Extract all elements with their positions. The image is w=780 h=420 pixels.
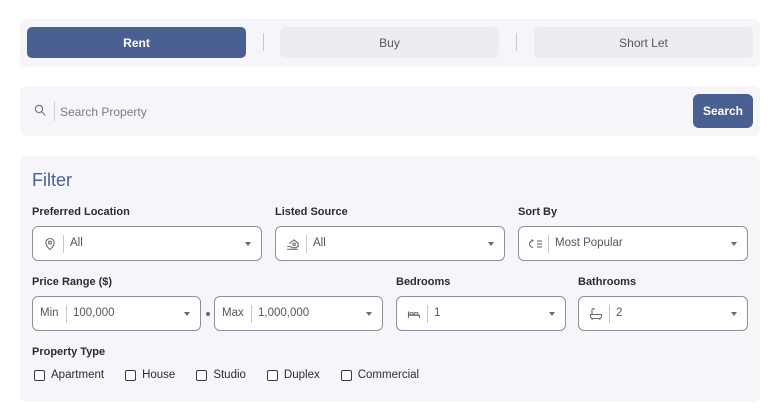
select-divider: [548, 235, 549, 253]
search-icon: [34, 104, 46, 116]
checkbox-box[interactable]: [34, 369, 45, 381]
price-max-prefix: Max: [222, 307, 244, 319]
checkbox-commercial[interactable]: Commercial: [340, 369, 420, 381]
chevron-down-icon: [245, 242, 251, 246]
checkbox-label: Duplex: [283, 369, 320, 381]
checkbox-label: Studio: [213, 369, 246, 381]
preferred-location-label: Preferred Location: [32, 206, 130, 218]
location-pin-icon: [43, 237, 57, 251]
chevron-down-icon: [488, 242, 494, 246]
filter-panel: Filter Preferred Location Listed Source …: [20, 156, 760, 402]
sort-by-select[interactable]: Most Popular: [518, 226, 748, 261]
price-min-value: 100,000: [73, 307, 115, 319]
checkbox-apartment[interactable]: Apartment: [34, 369, 104, 381]
search-button[interactable]: Search: [693, 94, 753, 128]
property-type-label: Property Type: [32, 346, 106, 358]
sort-by-value: Most Popular: [555, 237, 623, 249]
price-max-value: 1,000,000: [258, 307, 310, 319]
checkbox-box[interactable]: [340, 369, 352, 381]
preferred-location-select[interactable]: All: [32, 226, 262, 261]
select-divider: [609, 305, 610, 323]
chevron-down-icon: [731, 242, 737, 246]
select-divider: [306, 235, 307, 253]
house-hand-icon: [286, 237, 300, 251]
select-divider: [251, 305, 252, 323]
preferred-location-value: All: [70, 237, 83, 249]
bathrooms-select[interactable]: 2: [578, 296, 748, 331]
checkbox-label: Commercial: [357, 369, 420, 381]
chevron-down-icon: [366, 312, 372, 316]
chevron-down-icon: [731, 312, 737, 316]
chevron-down-icon: [549, 312, 555, 316]
tab-rent[interactable]: Rent: [27, 27, 246, 58]
tab-buy[interactable]: Buy: [280, 27, 499, 58]
sort-icon: [529, 237, 543, 251]
checkbox-label: Apartment: [51, 369, 105, 381]
range-separator-dot: [206, 312, 210, 316]
checkbox-box[interactable]: [125, 369, 137, 381]
select-divider: [427, 305, 428, 323]
filter-title: Filter: [32, 170, 72, 190]
select-divider: [66, 305, 67, 323]
price-range-label: Price Range ($): [32, 276, 113, 288]
select-divider: [63, 235, 64, 253]
bathrooms-value: 2: [616, 307, 623, 319]
search-bar: Search: [20, 86, 760, 136]
bed-icon: [407, 307, 421, 321]
checkbox-duplex[interactable]: Duplex: [266, 369, 320, 381]
bathtub-icon: [589, 307, 603, 321]
checkbox-box[interactable]: [196, 369, 208, 381]
tab-divider: [263, 33, 264, 51]
chevron-down-icon: [184, 312, 190, 316]
checkbox-box[interactable]: [266, 369, 278, 381]
bedrooms-select[interactable]: 1: [396, 296, 566, 331]
price-max-select[interactable]: Max 1,000,000: [214, 296, 383, 331]
listing-type-tabs: Rent Buy Short Let: [20, 19, 760, 67]
search-input[interactable]: [60, 101, 680, 122]
price-min-prefix: Min: [40, 307, 59, 319]
bedrooms-label: Bedrooms: [396, 276, 451, 288]
search-divider: [54, 101, 55, 121]
listed-source-value: All: [313, 237, 326, 249]
bedrooms-value: 1: [434, 307, 441, 319]
tab-short-let[interactable]: Short Let: [534, 27, 753, 58]
listed-source-select[interactable]: All: [275, 226, 505, 261]
listed-source-label: Listed Source: [275, 206, 348, 218]
sort-by-label: Sort By: [518, 206, 558, 218]
checkbox-studio[interactable]: Studio: [196, 369, 246, 381]
bathrooms-label: Bathrooms: [578, 276, 637, 288]
checkbox-house[interactable]: House: [125, 369, 175, 381]
price-min-select[interactable]: Min 100,000: [32, 296, 201, 331]
property-type-options: Apartment House Studio Duplex Commercial: [34, 367, 440, 383]
checkbox-label: House: [142, 369, 176, 381]
tab-divider: [516, 33, 517, 51]
